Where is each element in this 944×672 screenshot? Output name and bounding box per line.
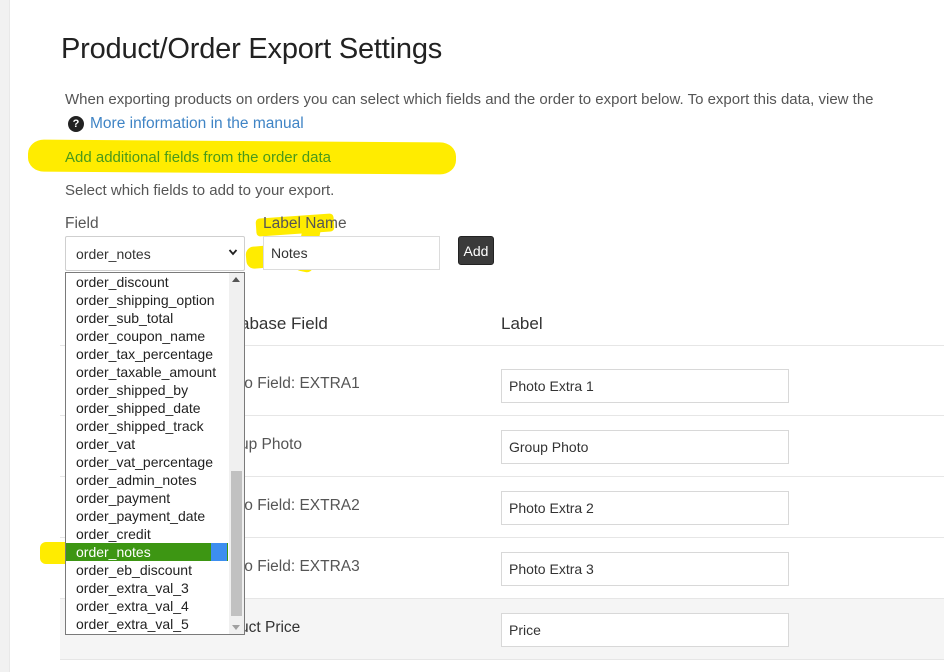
field-select-value: order_notes <box>76 246 151 262</box>
scrollbar-thumb[interactable] <box>231 471 242 616</box>
dropdown-option[interactable]: order_eb_discount <box>66 561 228 579</box>
page-title: Product/Order Export Settings <box>61 33 443 65</box>
dropdown-option[interactable]: order_credit <box>66 525 228 543</box>
row-label-input[interactable]: Price <box>501 613 789 647</box>
row-db-field: uct Price <box>240 619 301 636</box>
question-circle-icon: ? <box>68 116 84 132</box>
row-db-field: to Field: EXTRA3 <box>240 558 360 575</box>
row-label-input[interactable]: Photo Extra 2 <box>501 491 789 525</box>
label-name-label: Label Name <box>263 215 347 232</box>
dropdown-option[interactable]: order_tax_percentage <box>66 345 228 363</box>
dropdown-option[interactable]: order_shipped_by <box>66 381 228 399</box>
field-select[interactable]: order_notes <box>65 236 245 271</box>
dropdown-option[interactable]: order_sub_total <box>66 309 228 327</box>
chevron-down-icon <box>228 249 238 256</box>
dropdown-option-selected[interactable]: order_notes <box>66 543 228 561</box>
dropdown-option[interactable]: order_shipping_option <box>66 291 228 309</box>
dropdown-option[interactable]: order_shipped_track <box>66 417 228 435</box>
dropdown-option[interactable]: order_extra_val_3 <box>66 579 228 597</box>
field-dropdown-list[interactable]: order_discount order_shipping_option ord… <box>65 272 245 635</box>
intro-text: When exporting products on orders you ca… <box>65 91 874 108</box>
dropdown-option[interactable]: order_coupon_name <box>66 327 228 345</box>
dropdown-option[interactable]: order_admin_notes <box>66 471 228 489</box>
header-database-field: abase Field <box>240 314 328 333</box>
row-label-input[interactable]: Photo Extra 1 <box>501 369 789 403</box>
row-label-input[interactable]: Photo Extra 3 <box>501 552 789 586</box>
dropdown-option[interactable]: order_payment <box>66 489 228 507</box>
row-db-field: to Field: EXTRA2 <box>240 497 360 514</box>
dropdown-option[interactable]: order_vat <box>66 435 228 453</box>
add-fields-heading[interactable]: Add additional fields from the order dat… <box>65 149 331 166</box>
dropdown-option[interactable]: order_discount <box>66 273 228 291</box>
row-db-field: up Photo <box>240 436 303 453</box>
scroll-up-arrow-icon[interactable] <box>232 277 240 282</box>
left-sidebar-edge <box>0 0 10 672</box>
select-instruction: Select which fields to add to your expor… <box>65 182 335 199</box>
dropdown-option[interactable]: order_extra_val_4 <box>66 597 228 615</box>
dropdown-scrollbar[interactable] <box>229 273 244 634</box>
label-name-input[interactable]: Notes <box>263 236 440 270</box>
manual-link[interactable]: ? More information in the manual <box>68 115 304 133</box>
add-button[interactable]: Add <box>458 236 494 265</box>
dropdown-option[interactable]: order_payment_date <box>66 507 228 525</box>
row-db-field: to Field: EXTRA1 <box>240 375 360 392</box>
selection-marker <box>211 543 227 561</box>
row-label-input[interactable]: Group Photo <box>501 430 789 464</box>
dropdown-option[interactable]: order_extra_val_5 <box>66 615 228 633</box>
scroll-down-arrow-icon[interactable] <box>232 625 240 630</box>
field-label: Field <box>65 215 99 232</box>
dropdown-option[interactable]: order_vat_percentage <box>66 453 228 471</box>
manual-link-text: More information in the manual <box>90 115 304 132</box>
header-label: Label <box>501 314 543 333</box>
dropdown-option[interactable]: order_taxable_amount <box>66 363 228 381</box>
dropdown-option[interactable]: order_shipped_date <box>66 399 228 417</box>
